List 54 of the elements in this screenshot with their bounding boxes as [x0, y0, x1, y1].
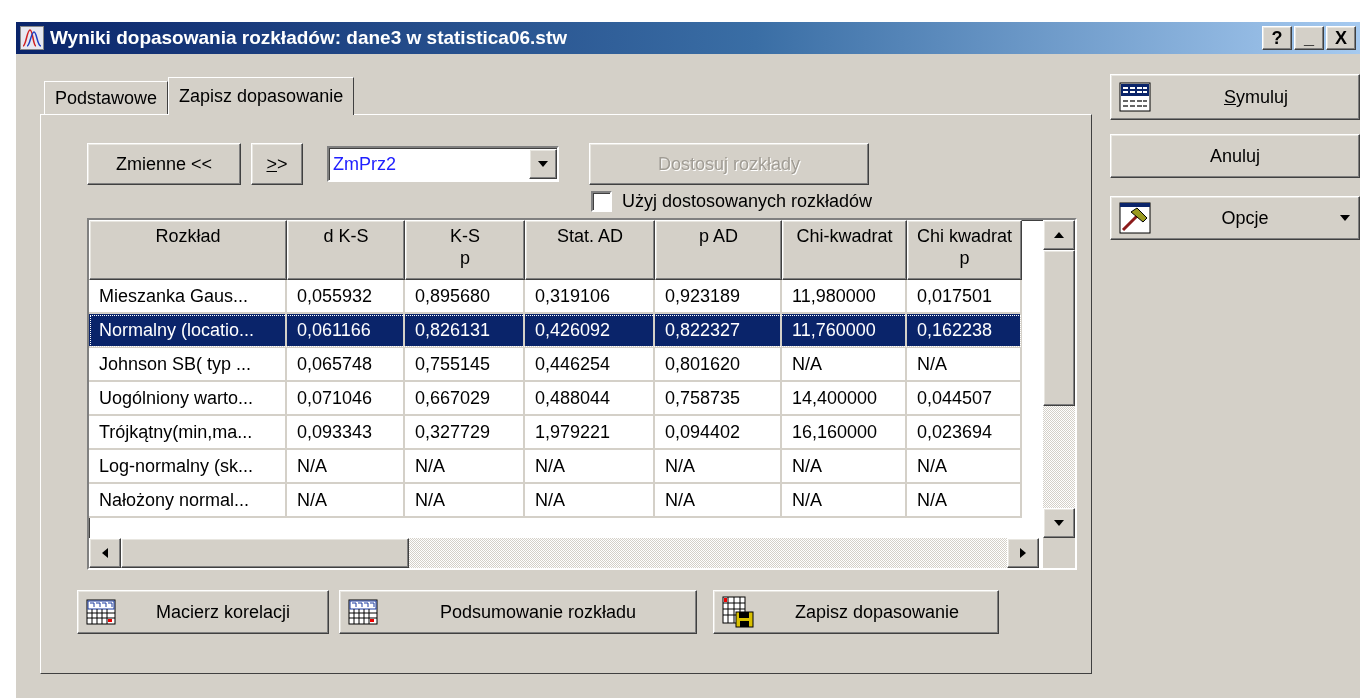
side-button[interactable]: Anuluj	[1110, 134, 1360, 178]
minimize-button[interactable]: _	[1294, 26, 1324, 50]
variable-dropdown[interactable]: ZmPrz2	[327, 146, 559, 182]
next-button[interactable]: >>	[251, 143, 303, 185]
table-row[interactable]: Johnson SB( typ ... 0,065748 0,755145 0,446254 0,801620 N/A N/A	[89, 348, 1022, 382]
down-arrow-icon	[1053, 519, 1065, 527]
close-button[interactable]: X	[1326, 26, 1356, 50]
column-header[interactable]: Chi-kwadrat	[782, 220, 907, 280]
variables-button[interactable]: Zmienne <<	[87, 143, 241, 185]
right-arrow-icon	[1019, 547, 1027, 559]
tab[interactable]: Zapisz dopasowanie	[168, 77, 355, 115]
side-button[interactable]: Opcje	[1110, 196, 1360, 240]
table-cell: N/A	[907, 484, 1022, 518]
action-button[interactable]: Macierz korelacji	[77, 590, 329, 634]
table-icon	[348, 599, 378, 625]
column-header[interactable]: d K-S	[287, 220, 405, 280]
table-row[interactable]: Mieszanka Gaus... 0,055932 0,895680 0,319106 0,923189 11,980000 0,017501	[89, 280, 1022, 314]
column-header[interactable]: Stat. AD	[525, 220, 655, 280]
table-cell: N/A	[525, 484, 655, 518]
table-cell: N/A	[782, 484, 907, 518]
horizontal-scrollbar[interactable]	[89, 538, 1039, 568]
table-icon	[1119, 82, 1151, 112]
tab[interactable]: Podstawowe	[44, 81, 169, 114]
table-cell: Nałożony normal...	[89, 484, 287, 518]
column-header[interactable]: Chi kwadrat p	[907, 220, 1022, 280]
checkbox[interactable]	[591, 191, 612, 212]
help-button[interactable]: ?	[1262, 26, 1292, 50]
column-header[interactable]: K-S p	[405, 220, 525, 280]
hammer-icon	[1119, 202, 1151, 234]
checkbox-label: Użyj dostosowanych rozkładów	[622, 191, 873, 212]
table-row[interactable]: Uogólniony warto... 0,071046 0,667029 0,488044 0,758735 14,400000 0,044507	[89, 382, 1022, 416]
table-row[interactable]: Normalny (locatio... 0,061166 0,826131 0,426092 0,822327 11,760000 0,162238	[89, 314, 1022, 348]
table-cell: N/A	[405, 484, 525, 518]
action-button[interactable]: Zapisz dopasowanie	[713, 590, 999, 634]
column-header[interactable]: Rozkład	[89, 220, 287, 280]
app-icon	[20, 26, 44, 50]
caret-icon	[1339, 214, 1351, 222]
vertical-scrollbar[interactable]	[1043, 220, 1075, 538]
column-header[interactable]: p AD	[655, 220, 782, 280]
scrollbar-corner	[1043, 538, 1075, 568]
table-row[interactable]: Trójkątny(min,ma... 0,093343 0,327729 1,979221 0,094402 16,160000 0,023694	[89, 416, 1022, 450]
window-title: Wyniki dopasowania rozkładów: dane3 w statistica06.stw	[50, 27, 569, 49]
table-row[interactable]: Log-normalny (sk... N/A N/A N/A N/A N/A N/A	[89, 450, 1022, 484]
table-row[interactable]: Nałożony normal... N/A N/A N/A N/A N/A N/A	[89, 484, 1022, 518]
caret-icon	[537, 160, 549, 168]
dropdown-arrow-button[interactable]	[529, 149, 557, 179]
up-arrow-icon	[1053, 231, 1065, 239]
table-icon	[86, 599, 116, 625]
table-cell: N/A	[655, 484, 782, 518]
left-arrow-icon	[101, 547, 109, 559]
side-button[interactable]: Symuluj	[1110, 74, 1360, 120]
action-button[interactable]: Podsumowanie rozkładu	[339, 590, 697, 634]
table-cell: N/A	[287, 484, 405, 518]
table-disk-icon	[722, 596, 754, 628]
